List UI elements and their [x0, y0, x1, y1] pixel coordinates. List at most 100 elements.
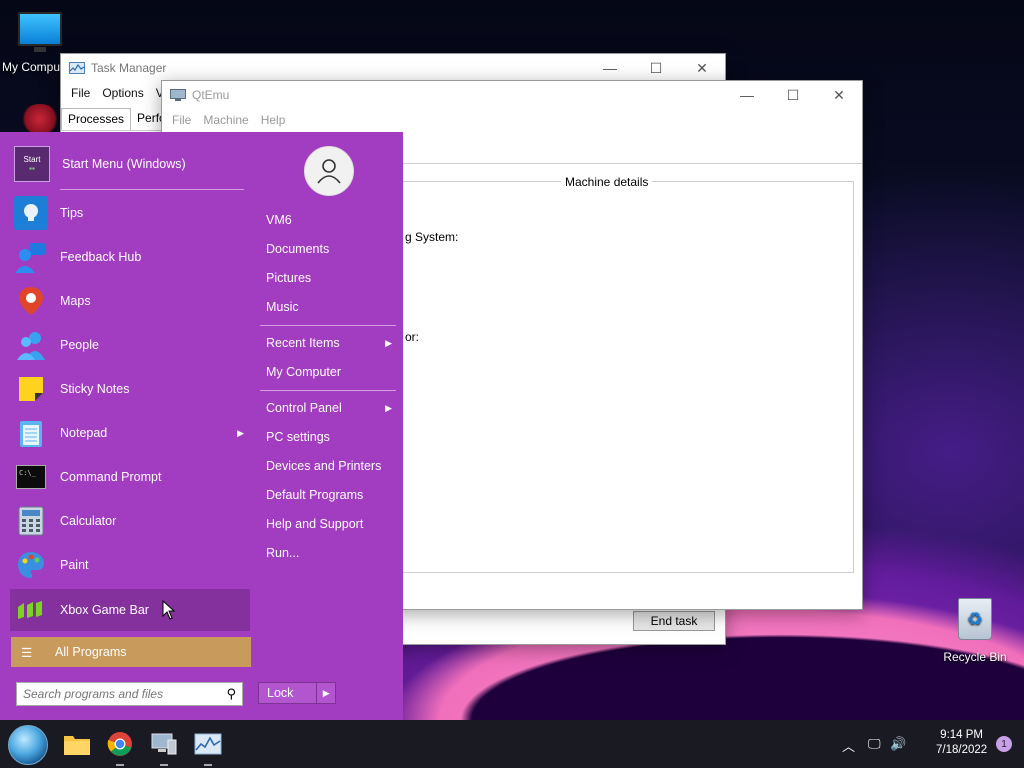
sm-item-maps[interactable]: Maps	[10, 280, 250, 322]
start-button[interactable]	[8, 725, 48, 765]
sm-item-label: Feedback Hub	[60, 250, 142, 264]
rt-item-pictures[interactable]: Pictures	[260, 266, 396, 290]
rt-item-user[interactable]: VM6	[260, 208, 396, 232]
desktop-icon-recycle-bin[interactable]: ♻ Recycle Bin	[935, 598, 1015, 664]
maximize-button[interactable]: ☐	[770, 81, 816, 109]
processor-label: or:	[405, 330, 420, 344]
user-icon	[317, 159, 341, 184]
rt-item-my-computer[interactable]: My Computer	[260, 360, 396, 384]
sm-item-label: People	[60, 338, 99, 352]
sm-item-sticky-notes[interactable]: Sticky Notes	[10, 368, 250, 410]
taskbar-app-task-manager[interactable]	[192, 728, 224, 766]
taskbar-app-chrome[interactable]	[104, 728, 136, 766]
people-icon	[14, 328, 48, 362]
network-icon[interactable]: 🖵	[868, 736, 881, 752]
map-pin-icon	[14, 284, 48, 318]
end-task-button[interactable]: End task	[633, 611, 715, 631]
separator	[260, 390, 396, 391]
taskbar: ︿ 🖵 🔊 9:14 PM 7/18/2022 1	[0, 720, 1024, 768]
sm-item-notepad[interactable]: Notepad ▶	[10, 412, 250, 454]
sm-item-paint[interactable]: Paint	[10, 544, 250, 586]
window-title: QtEmu	[192, 88, 230, 102]
sm-item-label: Paint	[60, 558, 89, 572]
menu-options[interactable]: Options	[96, 86, 149, 100]
xbox-game-bar-icon	[14, 593, 48, 627]
qtemu-menubar: File Machine Help	[162, 109, 862, 131]
calculator-icon	[14, 504, 48, 538]
rt-item-control-panel[interactable]: Control Panel ▶	[260, 396, 396, 420]
running-indicator	[160, 764, 168, 766]
svg-text:C:\_: C:\_	[19, 469, 37, 477]
terminal-icon: C:\_	[14, 460, 48, 494]
sm-item-calculator[interactable]: Calculator	[10, 500, 250, 542]
search-icon[interactable]: ⚲	[226, 686, 236, 702]
all-programs-label: All Programs	[55, 645, 127, 659]
rt-item-devices-printers[interactable]: Devices and Printers	[260, 454, 396, 478]
sm-item-label: Xbox Game Bar	[60, 603, 149, 617]
rt-item-label: Recent Items	[266, 336, 340, 350]
search-input[interactable]	[17, 686, 215, 702]
sm-item-command-prompt[interactable]: C:\_ Command Prompt	[10, 456, 250, 498]
paint-palette-icon	[14, 548, 48, 582]
clock[interactable]: 9:14 PM 7/18/2022	[936, 728, 987, 758]
sm-item-label: Command Prompt	[60, 470, 162, 484]
start-menu-icon: Start ▪▪	[14, 146, 50, 182]
sm-item-label: Maps	[60, 294, 91, 308]
qtemu-icon	[151, 733, 177, 755]
rt-item-label: Control Panel	[266, 401, 342, 415]
os-label: g System:	[405, 230, 459, 244]
minimize-button[interactable]: —	[724, 81, 770, 109]
start-menu-pinned: Start ▪▪ Start Menu (Windows) Tips Feedba…	[0, 132, 252, 720]
notification-badge[interactable]: 1	[996, 736, 1012, 752]
sm-item-start-menu[interactable]: Start ▪▪ Start Menu (Windows)	[10, 143, 250, 185]
taskbar-app-qtemu[interactable]	[148, 728, 180, 766]
sm-item-label: Calculator	[60, 514, 117, 528]
clock-time: 9:14 PM	[940, 729, 983, 741]
rt-item-music[interactable]: Music	[260, 295, 396, 319]
taskbar-app-file-explorer[interactable]	[61, 728, 93, 760]
chrome-icon	[107, 732, 132, 756]
submenu-arrow-icon: ▶	[385, 402, 392, 413]
sm-item-tips[interactable]: Tips	[10, 192, 250, 234]
avatar[interactable]	[304, 146, 354, 196]
running-indicator	[116, 764, 124, 766]
maximize-button[interactable]: ☐	[633, 54, 679, 82]
chevron-up-icon[interactable]: ︿	[842, 736, 855, 755]
rt-item-default-programs[interactable]: Default Programs	[260, 483, 396, 507]
lock-label: Lock	[267, 686, 294, 700]
window-title: Task Manager	[91, 61, 167, 75]
recycle-bin-icon: ♻	[958, 598, 992, 640]
rt-item-documents[interactable]: Documents	[260, 237, 396, 261]
menu-help[interactable]: Help	[255, 113, 292, 127]
system-tray: ︿ 🖵 🔊 9:14 PM 7/18/2022 1	[824, 720, 1024, 768]
rt-item-recent-items[interactable]: Recent Items ▶	[260, 331, 396, 355]
sm-item-label: Start Menu (Windows)	[62, 157, 186, 171]
separator	[260, 325, 396, 326]
sm-item-label: Tips	[60, 206, 84, 220]
menu-file[interactable]: File	[65, 86, 96, 100]
close-button[interactable]: ✕	[816, 81, 862, 109]
mouse-cursor-icon	[162, 600, 176, 620]
task-manager-titlebar[interactable]: Task Manager — ☐ ✕	[61, 54, 725, 82]
qtemu-titlebar[interactable]: QtEmu — ☐ ✕	[162, 81, 862, 109]
sm-item-feedback-hub[interactable]: Feedback Hub	[10, 236, 250, 278]
minimize-button[interactable]: —	[587, 54, 633, 82]
rt-item-run[interactable]: Run...	[260, 541, 396, 565]
menu-file[interactable]: File	[166, 113, 197, 127]
close-button[interactable]: ✕	[679, 54, 725, 82]
feedback-hub-icon	[14, 240, 48, 274]
all-programs-button[interactable]: ☰ All Programs	[11, 637, 251, 667]
group-title: Machine details	[561, 175, 653, 189]
tab-processes[interactable]: Processes	[61, 108, 132, 130]
sm-item-people[interactable]: People	[10, 324, 250, 366]
menu-machine[interactable]: Machine	[197, 113, 254, 127]
lock-button[interactable]: Lock ▶	[258, 682, 336, 704]
sm-item-xbox-game-bar[interactable]: Xbox Game Bar	[10, 589, 250, 631]
task-manager-icon	[194, 733, 222, 755]
rt-item-help-support[interactable]: Help and Support	[260, 512, 396, 536]
lock-options-arrow-icon[interactable]: ▶	[316, 683, 335, 703]
search-box[interactable]: ⚲	[16, 682, 243, 706]
rt-item-pc-settings[interactable]: PC settings	[260, 425, 396, 449]
start-icon-text: Start	[23, 155, 41, 164]
volume-icon[interactable]: 🔊	[890, 736, 906, 752]
